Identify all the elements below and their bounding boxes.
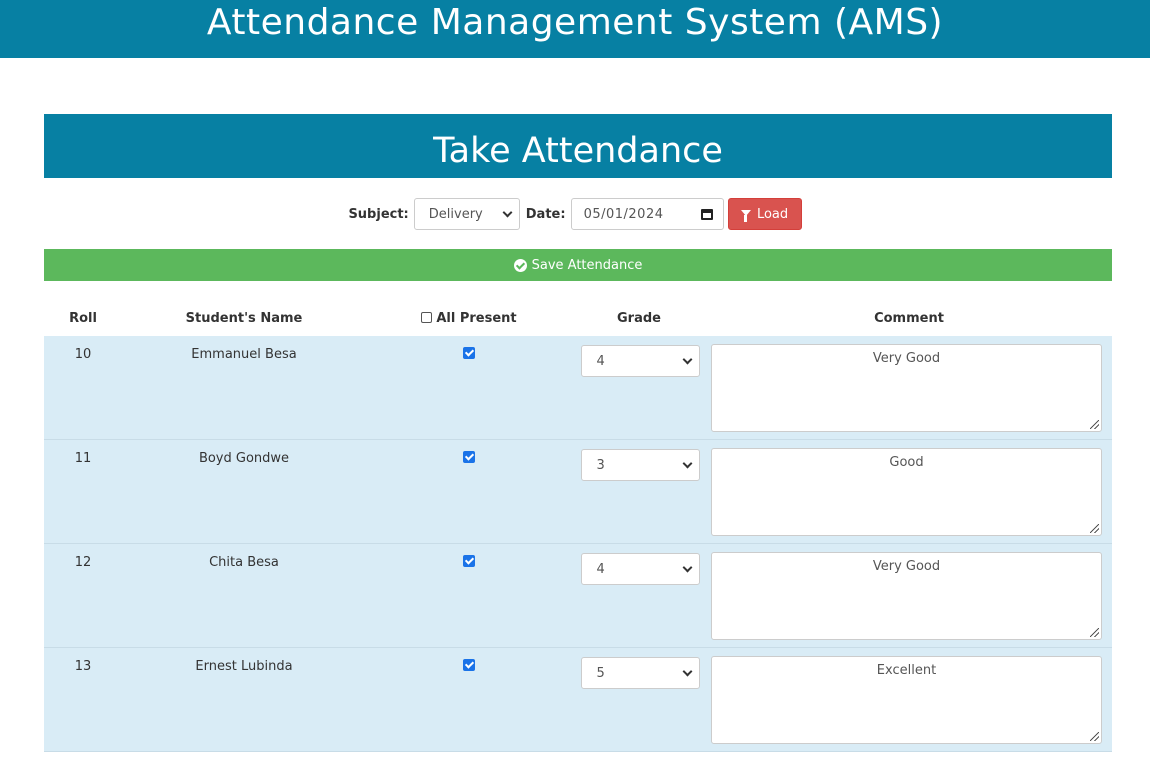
- student-name-cell: Emmanuel Besa: [191, 347, 297, 362]
- roll-cell: 13: [74, 659, 92, 674]
- date-value: 05/01/2024: [583, 206, 664, 222]
- chevron-down-icon: [502, 207, 513, 217]
- header-roll: Roll: [69, 310, 97, 326]
- comment-text: Very Good: [872, 351, 941, 366]
- table-row: 10 Emmanuel Besa 4 Very Good: [44, 336, 1112, 440]
- filter-bar: Subject: Delivery Date: 05/01/2024 Load: [0, 198, 1150, 230]
- subject-label: Subject:: [348, 206, 409, 222]
- app-title: Attendance Management System (AMS): [206, 2, 944, 43]
- comment-cell: Good: [706, 440, 1112, 536]
- page-title: Take Attendance: [433, 131, 723, 171]
- chevron-down-icon: [682, 666, 692, 676]
- roll-cell: 10: [74, 347, 92, 362]
- present-cell: [366, 336, 572, 363]
- date-input[interactable]: 05/01/2024: [570, 198, 724, 230]
- comment-textarea[interactable]: Very Good: [711, 552, 1102, 640]
- grade-cell: 4: [572, 544, 706, 585]
- present-checkbox[interactable]: [463, 659, 475, 671]
- comment-textarea[interactable]: Excellent: [711, 656, 1102, 744]
- date-label: Date:: [525, 206, 566, 222]
- grade-select[interactable]: 4: [580, 345, 700, 377]
- header-all-present: All Present: [366, 311, 572, 326]
- grade-select[interactable]: 5: [580, 657, 700, 689]
- check-circle-icon: [513, 258, 527, 272]
- all-present-checkbox[interactable]: [421, 311, 433, 323]
- chevron-down-icon: [682, 354, 692, 364]
- present-cell: [366, 440, 572, 467]
- load-button[interactable]: Load: [727, 198, 802, 230]
- comment-textarea[interactable]: Good: [711, 448, 1102, 536]
- resize-handle-icon[interactable]: [1090, 524, 1099, 533]
- grade-cell: 3: [572, 440, 706, 481]
- header-comment: Comment: [874, 310, 944, 326]
- chevron-down-icon: [682, 562, 692, 572]
- grade-select[interactable]: 3: [580, 449, 700, 481]
- subject-select[interactable]: Delivery: [413, 198, 520, 230]
- table-header: Roll Student's Name All Present Grade Co…: [44, 300, 1112, 336]
- save-attendance-button[interactable]: Save Attendance: [44, 249, 1112, 281]
- roll-cell: 12: [74, 555, 92, 570]
- comment-cell: Very Good: [706, 336, 1112, 432]
- subject-value: Delivery: [428, 206, 483, 222]
- student-name-cell: Ernest Lubinda: [195, 659, 293, 674]
- resize-handle-icon[interactable]: [1090, 732, 1099, 741]
- student-name-cell: Boyd Gondwe: [198, 451, 290, 466]
- grade-value: 3: [596, 457, 605, 473]
- comment-cell: Very Good: [706, 544, 1112, 640]
- student-name-cell: Chita Besa: [209, 555, 279, 570]
- table-row: 13 Ernest Lubinda 5 Excellent: [44, 648, 1112, 752]
- present-checkbox[interactable]: [463, 555, 475, 567]
- resize-handle-icon[interactable]: [1090, 420, 1099, 429]
- comment-text: Excellent: [876, 663, 937, 678]
- table-row: 11 Boyd Gondwe 3 Good: [44, 440, 1112, 544]
- save-label: Save Attendance: [531, 257, 643, 273]
- comment-text: Good: [889, 455, 924, 470]
- app-header: Attendance Management System (AMS): [0, 0, 1150, 58]
- resize-handle-icon[interactable]: [1090, 628, 1099, 637]
- present-checkbox[interactable]: [463, 347, 475, 359]
- chevron-down-icon: [682, 458, 692, 468]
- header-name: Student's Name: [185, 310, 303, 326]
- grade-cell: 5: [572, 648, 706, 689]
- grade-value: 4: [596, 561, 605, 577]
- grade-cell: 4: [572, 336, 706, 377]
- panel-header: Take Attendance: [44, 114, 1112, 178]
- filter-icon: [740, 209, 751, 222]
- grade-select[interactable]: 4: [580, 553, 700, 585]
- header-present-label: All Present: [436, 310, 517, 326]
- table-row: 12 Chita Besa 4 Very Good: [44, 544, 1112, 648]
- present-cell: [366, 544, 572, 571]
- comment-cell: Excellent: [706, 648, 1112, 744]
- load-label: Load: [756, 206, 789, 222]
- calendar-icon[interactable]: [700, 208, 713, 220]
- attendance-table: Roll Student's Name All Present Grade Co…: [44, 300, 1112, 752]
- grade-value: 4: [596, 353, 605, 369]
- header-grade: Grade: [617, 310, 661, 326]
- roll-cell: 11: [74, 451, 92, 466]
- present-cell: [366, 648, 572, 675]
- comment-textarea[interactable]: Very Good: [711, 344, 1102, 432]
- present-checkbox[interactable]: [463, 451, 475, 463]
- grade-value: 5: [596, 665, 605, 681]
- comment-text: Very Good: [872, 559, 941, 574]
